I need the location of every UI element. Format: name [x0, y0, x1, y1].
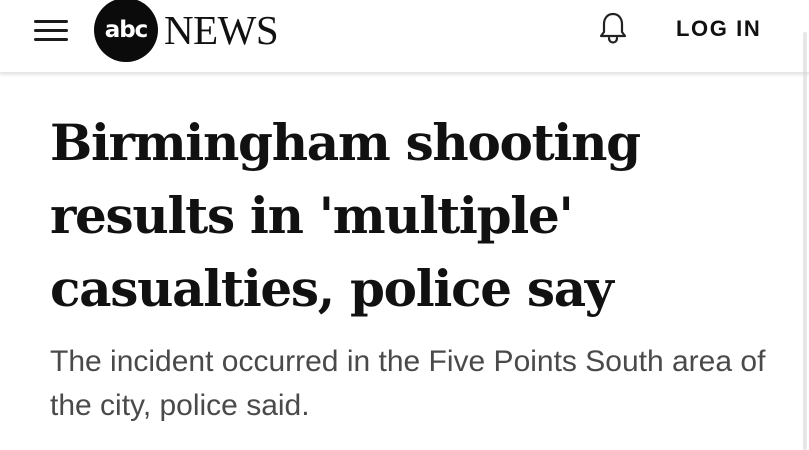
abc-logo-badge: abc: [94, 0, 158, 62]
news-wordmark: NEWS: [164, 6, 279, 53]
abc-news-logo[interactable]: abc NEWS: [94, 0, 279, 62]
menu-line-top: [34, 20, 68, 23]
menu-line-bottom: [34, 38, 68, 41]
article-headline: Birmingham shooting results in 'multiple…: [50, 113, 641, 318]
hamburger-icon[interactable]: [34, 16, 74, 44]
menu-line-middle: [34, 29, 68, 32]
bell-icon[interactable]: [598, 10, 628, 44]
article-summary: The incident occurred in the Five Points…: [50, 345, 766, 422]
login-button[interactable]: LOG IN: [676, 14, 761, 44]
site-header: abc NEWS LOG IN: [0, 0, 809, 73]
page-scrollbar[interactable]: [803, 32, 807, 450]
bell-icon-svg: [599, 12, 627, 44]
